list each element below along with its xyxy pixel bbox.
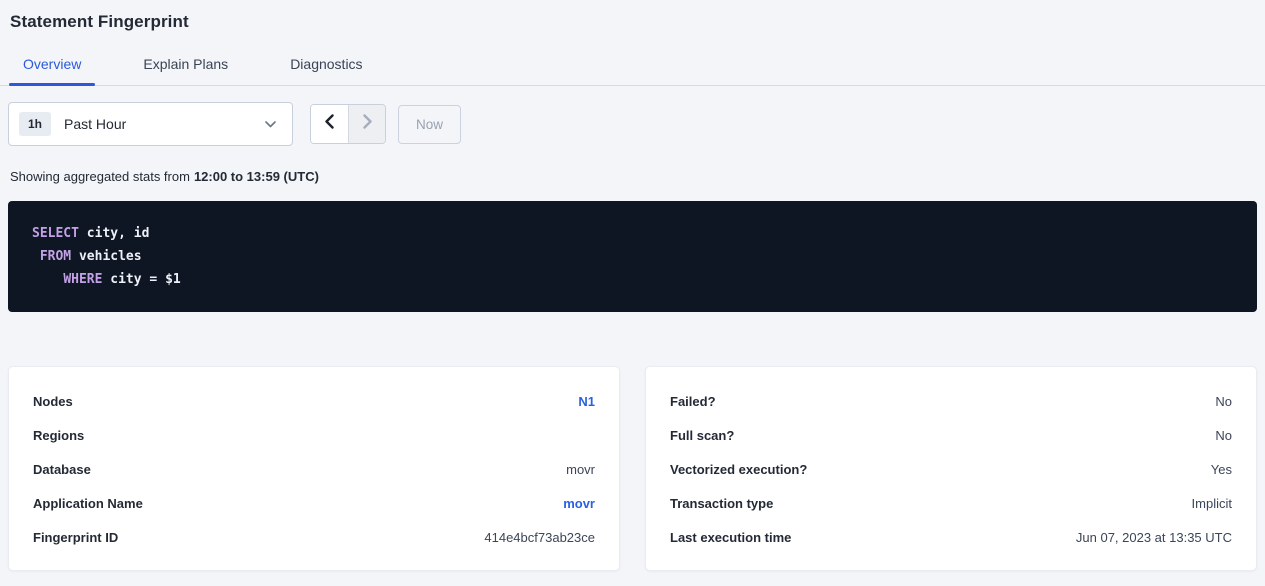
summary-cards: Nodes N1 Regions Database movr Applicati…	[8, 366, 1257, 571]
execution-attributes-card: Failed? No Full scan? No Vectorized exec…	[645, 366, 1257, 571]
summary-value: movr	[566, 462, 595, 477]
summary-label: Application Name	[33, 496, 143, 511]
aggregated-stats-line: Showing aggregated stats from 12:00 to 13…	[10, 169, 1255, 184]
tab-diagnostics[interactable]: Diagnostics	[276, 56, 376, 85]
summary-value: No	[1215, 394, 1232, 409]
summary-row-failed: Failed? No	[670, 384, 1232, 418]
time-controls: 1h Past Hour Now	[8, 102, 1257, 146]
summary-row-regions: Regions	[33, 418, 595, 452]
summary-value: Implicit	[1192, 496, 1232, 511]
summary-label: Fingerprint ID	[33, 530, 118, 545]
application-name-link[interactable]: movr	[563, 496, 595, 511]
tab-overview[interactable]: Overview	[9, 56, 95, 85]
summary-label: Failed?	[670, 394, 716, 409]
summary-row-vectorized: Vectorized execution? Yes	[670, 452, 1232, 486]
time-range-label: Past Hour	[64, 116, 126, 132]
stats-line-prefix: Showing aggregated stats from	[10, 169, 190, 184]
sql-statement-box: SELECT city, id FROM vehicles WHERE city…	[8, 201, 1257, 312]
summary-label: Regions	[33, 428, 84, 443]
summary-label: Full scan?	[670, 428, 734, 443]
now-button[interactable]: Now	[398, 105, 461, 144]
time-nav-arrows	[310, 104, 386, 144]
page-title: Statement Fingerprint	[0, 0, 1265, 32]
sql-line: WHERE city = $1	[32, 268, 1233, 291]
summary-label: Vectorized execution?	[670, 462, 807, 477]
tabs-bar: Overview Explain Plans Diagnostics	[0, 56, 1265, 86]
previous-interval-button[interactable]	[311, 105, 348, 143]
summary-label: Database	[33, 462, 91, 477]
summary-value: Yes	[1211, 462, 1232, 477]
summary-row-fingerprint-id: Fingerprint ID 414e4bcf73ab23ce	[33, 520, 595, 554]
summary-label: Nodes	[33, 394, 73, 409]
summary-label: Last execution time	[670, 530, 791, 545]
statement-details-card: Nodes N1 Regions Database movr Applicati…	[8, 366, 620, 571]
summary-row-application-name: Application Name movr	[33, 486, 595, 520]
time-range-dropdown[interactable]: 1h Past Hour	[8, 102, 293, 146]
next-interval-button[interactable]	[348, 105, 385, 143]
chevron-right-icon	[363, 114, 372, 134]
summary-value: No	[1215, 428, 1232, 443]
tab-explain-plans[interactable]: Explain Plans	[129, 56, 242, 85]
summary-row-database: Database movr	[33, 452, 595, 486]
sql-line: FROM vehicles	[32, 245, 1233, 268]
summary-row-nodes: Nodes N1	[33, 384, 595, 418]
summary-value: 414e4bcf73ab23ce	[484, 530, 595, 545]
summary-row-full-scan: Full scan? No	[670, 418, 1232, 452]
nodes-link[interactable]: N1	[578, 394, 595, 409]
summary-label: Transaction type	[670, 496, 773, 511]
time-range-badge: 1h	[19, 112, 51, 136]
sql-line: SELECT city, id	[32, 222, 1233, 245]
stats-line-range: 12:00 to 13:59 (UTC)	[194, 169, 319, 184]
chevron-down-icon	[265, 121, 276, 128]
summary-row-last-execution-time: Last execution time Jun 07, 2023 at 13:3…	[670, 520, 1232, 554]
summary-value: Jun 07, 2023 at 13:35 UTC	[1076, 530, 1232, 545]
chevron-left-icon	[325, 114, 334, 134]
summary-row-transaction-type: Transaction type Implicit	[670, 486, 1232, 520]
